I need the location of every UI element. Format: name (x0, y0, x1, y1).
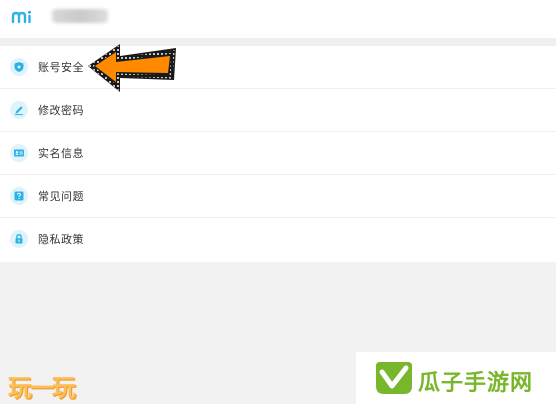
shield-icon (10, 58, 28, 76)
username-redacted (52, 9, 108, 23)
account-header (0, 0, 556, 38)
menu-item-real-name-info[interactable]: 实名信息 (0, 132, 556, 175)
pencil-icon (10, 101, 28, 119)
id-card-icon (10, 144, 28, 162)
menu-item-label: 常见问题 (38, 190, 84, 203)
watermark-text: 瓜子手游网 (418, 371, 534, 396)
menu-item-label: 修改密码 (38, 104, 84, 117)
watermark-guazi: 瓜子手游网 (356, 352, 556, 404)
app-logo (8, 3, 36, 31)
guazi-logo-icon (376, 362, 412, 394)
menu-item-faq[interactable]: 常见问题 (0, 175, 556, 218)
annotation-arrow-icon (88, 44, 176, 92)
question-icon (10, 187, 28, 205)
menu-item-label: 账号安全 (38, 61, 84, 74)
watermark-wanyiwan: 玩一玩 (8, 373, 76, 402)
mi-logo-icon (11, 10, 31, 24)
menu-item-label: 实名信息 (38, 147, 84, 160)
menu-item-privacy-policy[interactable]: 隐私政策 (0, 218, 556, 261)
menu-item-label: 隐私政策 (38, 233, 84, 246)
lock-icon (10, 230, 28, 248)
